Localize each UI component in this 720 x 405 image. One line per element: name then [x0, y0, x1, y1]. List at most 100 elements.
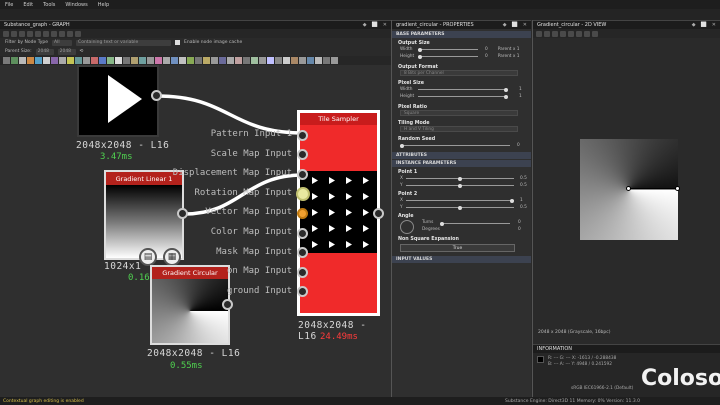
search-input[interactable]: Containing text or variable — [76, 39, 172, 46]
tile-sampler-input-pin[interactable] — [297, 168, 308, 180]
menu-edit[interactable]: Edit — [23, 2, 33, 8]
checker-icon[interactable]: ▦ — [163, 248, 181, 266]
tile-sampler-input-pin[interactable] — [296, 186, 310, 201]
node-library-icon[interactable] — [243, 57, 250, 64]
node-library-icon[interactable] — [27, 57, 34, 64]
node-library-icon[interactable] — [155, 57, 162, 64]
node-library-icon[interactable] — [123, 57, 130, 64]
node-library-icon[interactable] — [187, 57, 194, 64]
node-tile-sampler-output-pin[interactable] — [373, 208, 384, 219]
menu-tools[interactable]: Tools — [43, 2, 55, 8]
pixel-height-slider[interactable] — [418, 94, 508, 99]
node-library-icon[interactable] — [59, 57, 66, 64]
random-seed-slider[interactable] — [400, 143, 510, 148]
node-library-icon[interactable] — [107, 57, 114, 64]
menu-windows[interactable]: Windows — [65, 2, 87, 8]
section-base-parameters[interactable]: BASE PARAMETERS — [392, 31, 531, 38]
node-library-icon[interactable] — [163, 57, 170, 64]
pin-icon[interactable]: ◆ — [503, 22, 507, 28]
slider-knob[interactable] — [458, 205, 462, 210]
node-library-icon[interactable] — [11, 57, 18, 64]
toolbar-button[interactable] — [576, 30, 582, 37]
view-2d-image[interactable] — [580, 139, 680, 240]
maximize-icon[interactable]: ⬜ — [701, 22, 707, 28]
toolbar-button[interactable] — [536, 30, 542, 37]
node-library-icon[interactable] — [83, 57, 90, 64]
section-attributes[interactable]: ATTRIBUTES — [392, 152, 531, 159]
toolbar-button[interactable] — [560, 30, 566, 37]
node-library-icon[interactable] — [307, 57, 314, 64]
node-library-icon[interactable] — [91, 57, 98, 64]
toolbar-button[interactable] — [51, 30, 57, 37]
node-library-icon[interactable] — [267, 57, 274, 64]
section-instance-parameters[interactable]: INSTANCE PARAMETERS — [392, 160, 531, 167]
gradient-handle-point1[interactable] — [626, 186, 631, 191]
toolbar-button[interactable] — [27, 30, 33, 37]
maximize-icon[interactable]: ⬜ — [512, 22, 518, 28]
toolbar-button[interactable] — [75, 30, 81, 37]
nonsquare-select[interactable]: True — [400, 244, 515, 252]
node-library-icon[interactable] — [323, 57, 330, 64]
node-library-icon[interactable] — [35, 57, 42, 64]
toolbar-button[interactable] — [43, 30, 49, 37]
gradient-handle-point2[interactable] — [675, 186, 680, 191]
node-gradient-circular-output-pin[interactable] — [222, 299, 233, 310]
graph-canvas[interactable]: 2048x2048 - L16 3.47ms Gradient Linear 1… — [0, 65, 391, 397]
node-library-icon[interactable] — [115, 57, 122, 64]
menu-file[interactable]: File — [5, 2, 13, 8]
node-library-icon[interactable] — [139, 57, 146, 64]
slider-knob[interactable] — [504, 94, 508, 99]
node-library-icon[interactable] — [283, 57, 290, 64]
toolbar-button[interactable] — [67, 30, 73, 37]
slider-knob[interactable] — [400, 143, 404, 148]
toolbar-button[interactable] — [584, 30, 590, 37]
filter-select[interactable]: All — [52, 39, 73, 46]
parent-size-width[interactable]: 2048 — [35, 48, 54, 55]
toolbar-button[interactable] — [544, 30, 550, 37]
node-library-icon[interactable] — [51, 57, 58, 64]
node-library-icon[interactable] — [67, 57, 74, 64]
toolbar-button[interactable] — [19, 30, 25, 37]
output-width-slider[interactable] — [418, 47, 478, 52]
link-icon[interactable]: ⟲ — [80, 49, 84, 54]
node-library-icon[interactable] — [3, 57, 10, 64]
cache-checkbox[interactable] — [175, 40, 181, 45]
menu-help[interactable]: Help — [98, 2, 109, 8]
pin-icon[interactable]: ◆ — [692, 22, 696, 28]
pin-icon[interactable]: ◆ — [363, 22, 367, 28]
node-top-output-pin[interactable] — [151, 90, 162, 101]
node-library-icon[interactable] — [331, 57, 338, 64]
node-library-icon[interactable] — [251, 57, 258, 64]
slider-knob[interactable] — [418, 54, 422, 59]
node-library-icon[interactable] — [211, 57, 218, 64]
turns-slider[interactable] — [440, 221, 510, 226]
node-library-icon[interactable] — [227, 57, 234, 64]
toolbar-button[interactable] — [35, 30, 41, 37]
slider-knob[interactable] — [458, 176, 462, 181]
tile-sampler-input-pin[interactable] — [297, 227, 308, 239]
node-library-icon[interactable] — [219, 57, 226, 64]
node-library-icon[interactable] — [75, 57, 82, 64]
point2-x-slider[interactable] — [406, 198, 514, 203]
node-library-icon[interactable] — [43, 57, 50, 64]
point2-y-slider[interactable] — [406, 205, 514, 210]
point1-x-slider[interactable] — [406, 176, 514, 181]
slider-knob[interactable] — [504, 87, 508, 92]
pixel-width-slider[interactable] — [418, 87, 508, 92]
close-icon[interactable]: ✕ — [523, 22, 527, 28]
output-height-slider[interactable] — [418, 54, 478, 59]
node-library-icon[interactable] — [195, 57, 202, 64]
tile-sampler-input-pin[interactable] — [297, 207, 308, 219]
toolbar-button[interactable] — [568, 30, 574, 37]
node-library-icon[interactable] — [171, 57, 178, 64]
node-library-icon[interactable] — [275, 57, 282, 64]
maximize-icon[interactable]: ⬜ — [372, 22, 378, 28]
toolbar-button[interactable] — [592, 30, 598, 37]
node-library-icon[interactable] — [19, 57, 26, 64]
toolbar-button[interactable] — [3, 30, 9, 37]
node-library-icon[interactable] — [299, 57, 306, 64]
point1-y-slider[interactable] — [406, 183, 514, 188]
node-library-icon[interactable] — [131, 57, 138, 64]
slider-knob[interactable] — [440, 221, 444, 226]
angle-dial[interactable] — [400, 220, 414, 234]
